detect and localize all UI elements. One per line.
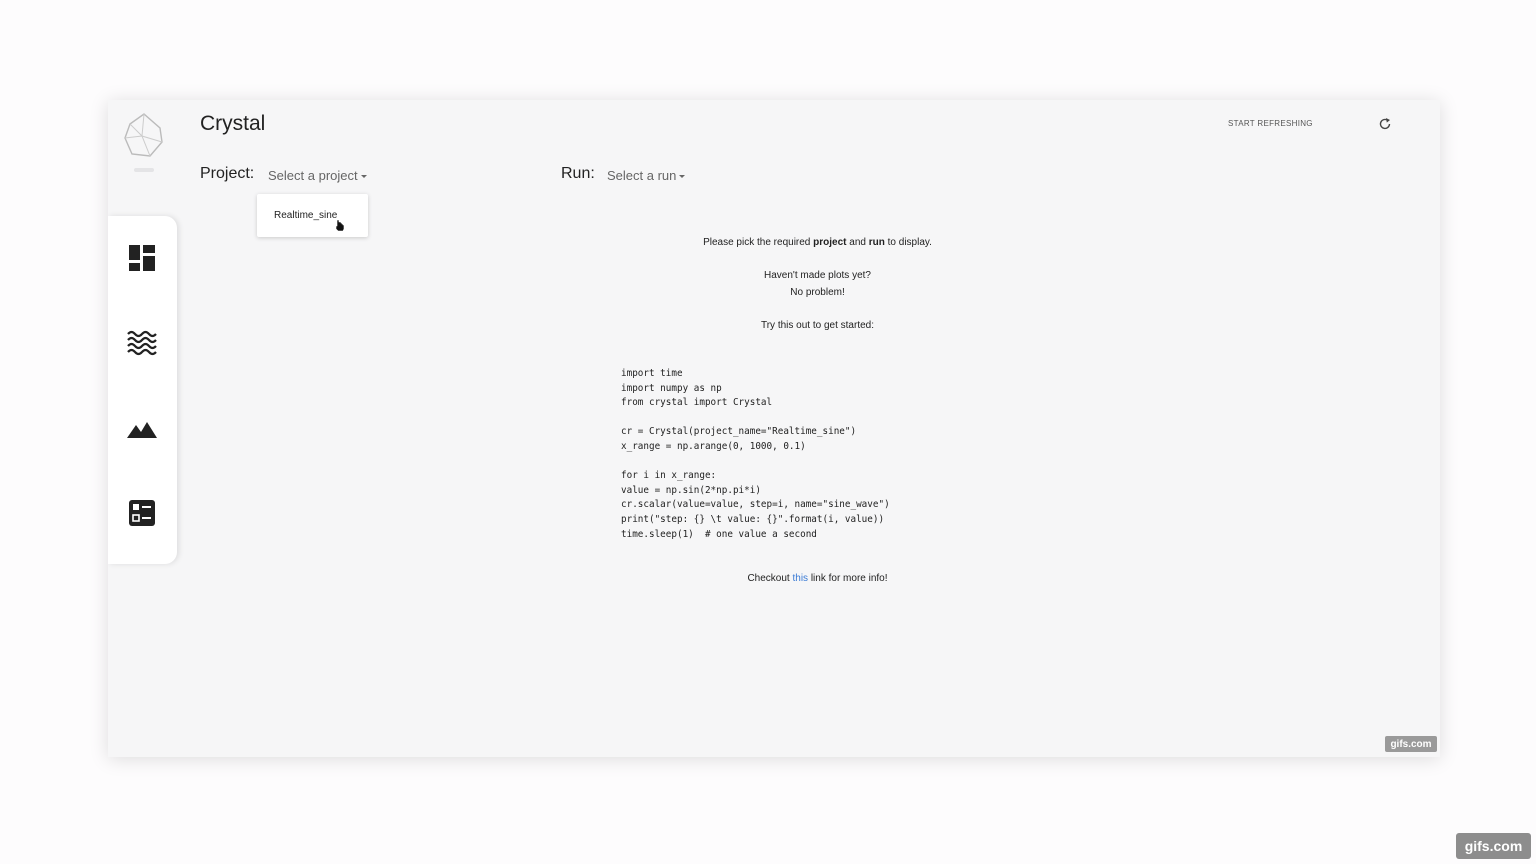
pick-suffix-text: to display. — [884, 237, 932, 248]
chevron-down-icon — [679, 175, 686, 179]
code-line: time.sleep(1) # one value a second — [621, 528, 817, 540]
project-select-text: Select a project — [268, 168, 358, 183]
code-line: x_range = np.arange(0, 1000, 0.1) — [621, 440, 806, 452]
gifs-watermark-outer: gifs.com — [1456, 833, 1531, 859]
code-line: for i in x_range: — [621, 470, 717, 482]
start-refreshing-button[interactable]: START REFRESHING — [1228, 119, 1313, 128]
dropdown-item-realtime-sine[interactable]: Realtime_sine — [274, 210, 337, 221]
hand-cursor-icon — [335, 219, 345, 232]
more-info-link[interactable]: this — [792, 573, 808, 584]
table-icon[interactable] — [126, 497, 158, 529]
run-select[interactable]: Select a run — [607, 168, 686, 183]
code-line: import time — [621, 368, 683, 379]
footer-suffix-text: link for more info! — [808, 573, 888, 584]
chevron-down-icon — [360, 175, 367, 179]
mountains-icon[interactable] — [126, 413, 158, 445]
crystal-logo-icon — [124, 113, 163, 157]
pick-and-text: and — [846, 237, 869, 248]
code-line: print("step: {} \t value: {}".format(i, … — [621, 513, 885, 525]
project-dropdown-menu: Realtime_sine — [257, 194, 368, 237]
run-select-text: Select a run — [607, 168, 677, 183]
pick-project-word: project — [813, 237, 847, 248]
gifs-watermark-inner: gifs.com — [1385, 736, 1437, 752]
refresh-icon[interactable] — [1378, 117, 1392, 131]
page-title: Crystal — [200, 112, 266, 135]
code-line: cr = Crystal(project_name="Realtime_sine… — [621, 426, 857, 438]
dashboard-icon[interactable] — [126, 242, 158, 274]
no-plots-line-2: No problem! — [790, 287, 845, 298]
code-snippet: import time import numpy as np from crys… — [621, 367, 890, 542]
code-line: value = np.sin(2*np.pi*i) — [621, 484, 761, 496]
logo-subtitle — [134, 168, 154, 172]
pick-run-word: run — [868, 237, 885, 248]
no-plots-line-1: Haven't made plots yet? — [764, 270, 871, 281]
sidebar — [108, 216, 177, 564]
run-label: Run: — [561, 165, 595, 182]
code-line: cr.scalar(value=value, step=i, name="sin… — [621, 499, 890, 511]
project-label: Project: — [200, 165, 255, 182]
code-line: from crystal import Crystal — [621, 397, 773, 409]
footer-prefix-text: Checkout — [747, 573, 793, 584]
project-select[interactable]: Select a project — [268, 168, 367, 183]
more-info-text: Checkout this link for more info! — [608, 573, 1027, 584]
pick-instruction: Please pick the required project and run… — [608, 237, 1027, 248]
code-line: import numpy as np — [621, 382, 722, 394]
try-this-text: Try this out to get started: — [760, 320, 874, 331]
pick-prefix-text: Please pick the required — [703, 237, 814, 248]
waves-icon[interactable] — [126, 327, 158, 359]
app-window: Crystal START REFRESHING Project: Select… — [108, 100, 1440, 757]
